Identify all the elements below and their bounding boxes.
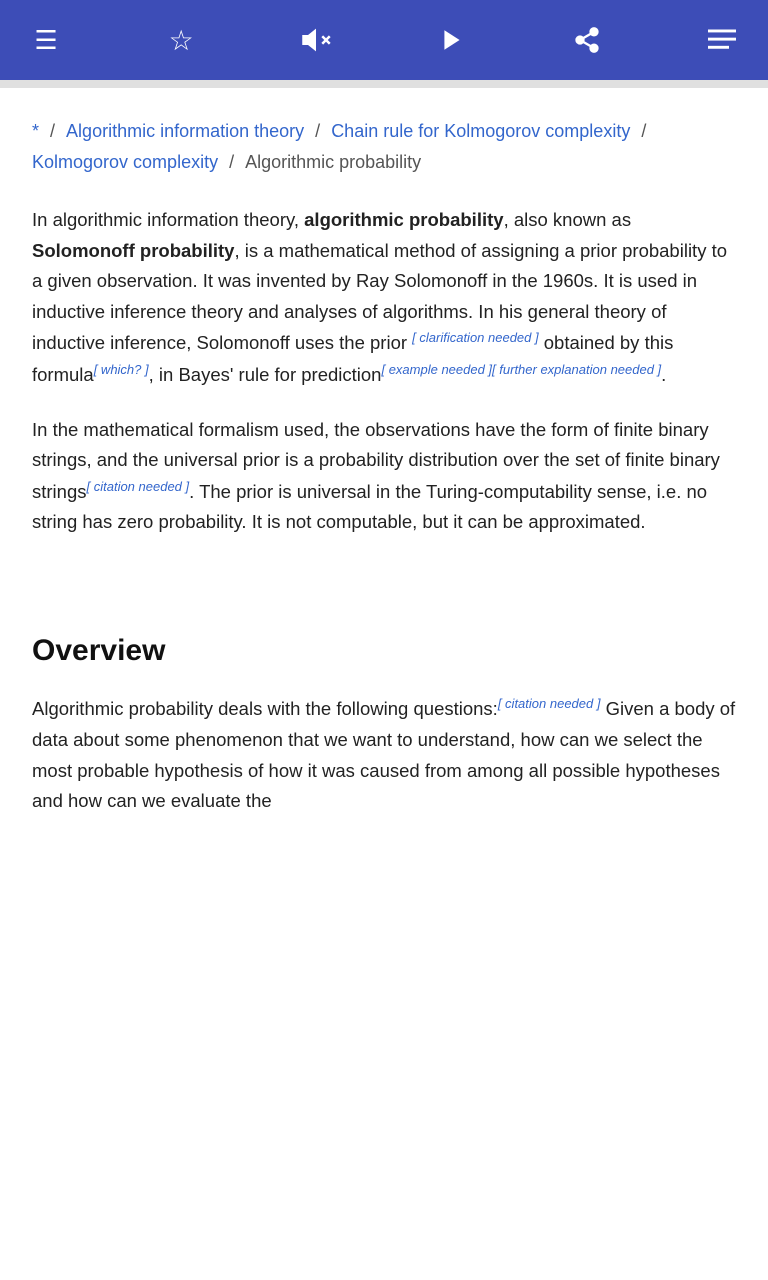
navbar-divider	[0, 80, 768, 88]
ref-citation-2[interactable]: [ citation needed ]	[498, 696, 601, 711]
breadcrumb-sep4: /	[229, 152, 239, 172]
article-content: In algorithmic information theory, algor…	[0, 193, 768, 872]
breadcrumb-sep2: /	[315, 121, 325, 141]
breadcrumb-link-kolmogorov[interactable]: Kolmogorov complexity	[32, 152, 218, 172]
intro-period: .	[661, 364, 666, 385]
ref-citation-1[interactable]: [ citation needed ]	[87, 479, 190, 494]
breadcrumb-current: Algorithmic probability	[245, 152, 421, 172]
top-navbar: ☰ ☆	[0, 0, 768, 80]
second-paragraph: In the mathematical formalism used, the …	[32, 415, 736, 538]
ref-clarification-needed[interactable]: [ clarification needed ]	[412, 330, 538, 345]
overview-paragraph: Algorithmic probability deals with the f…	[32, 693, 736, 816]
star-icon[interactable]: ☆	[159, 18, 203, 62]
intro-paragraph: In algorithmic information theory, algor…	[32, 205, 736, 390]
share-icon[interactable]	[565, 18, 609, 62]
breadcrumb-link-algorithmic-info[interactable]: Algorithmic information theory	[66, 121, 304, 141]
breadcrumb-star[interactable]: *	[32, 121, 39, 141]
mute-icon[interactable]	[294, 18, 338, 62]
overflow-menu-icon[interactable]	[700, 18, 744, 62]
spacer	[32, 562, 736, 594]
ref-example-needed[interactable]: [ example needed ]	[381, 362, 492, 377]
breadcrumb-sep3: /	[641, 121, 646, 141]
breadcrumb-link-chain-rule[interactable]: Chain rule for Kolmogorov complexity	[331, 121, 630, 141]
term-solomonoff-probability: Solomonoff probability	[32, 240, 234, 261]
overview-heading: Overview	[32, 626, 736, 676]
menu-icon[interactable]: ☰	[24, 18, 68, 62]
play-icon[interactable]	[430, 18, 474, 62]
term-algorithmic-probability: algorithmic probability	[304, 209, 503, 230]
breadcrumb-sep1: /	[50, 121, 60, 141]
ref-further-explanation[interactable]: [ further explanation needed ]	[492, 362, 661, 377]
ref-which[interactable]: [ which? ]	[94, 362, 149, 377]
breadcrumb: * / Algorithmic information theory / Cha…	[0, 88, 768, 193]
